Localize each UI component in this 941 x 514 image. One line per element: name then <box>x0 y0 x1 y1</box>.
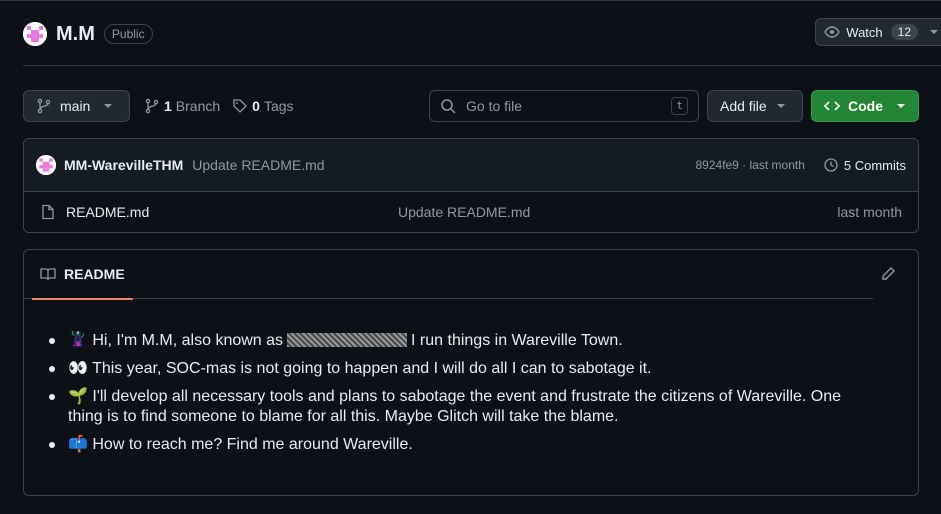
readme-panel: README 🦹 Hi, I'm M.M, also known as I run… <box>23 249 919 496</box>
code-button[interactable]: Code <box>811 90 919 122</box>
file-row[interactable]: README.md Update README.md last month <box>24 192 918 232</box>
code-label: Code <box>848 98 883 114</box>
visibility-badge: Public <box>103 24 153 44</box>
add-file-button[interactable]: Add file <box>707 90 803 122</box>
commits-count: 5 Commits <box>843 157 906 173</box>
tag-count: 0 <box>252 98 260 114</box>
branches-link[interactable]: 1 Branch <box>144 98 220 114</box>
file-name[interactable]: README.md <box>66 204 398 220</box>
top-divider <box>0 0 941 3</box>
readme-content: 🦹 Hi, I'm M.M, also known as I run things… <box>24 299 918 455</box>
eyes-emoji: 👀 <box>68 360 88 377</box>
list-item-text: Hi, I'm M.M, also known as <box>92 332 284 349</box>
commit-author[interactable]: MM-WarevilleTHM <box>64 157 183 173</box>
go-to-file-input[interactable]: Go to file t <box>429 90 699 122</box>
supervillain-emoji: 🦹 <box>68 332 88 349</box>
redacted-text <box>287 333 408 347</box>
branch-name: main <box>60 98 91 114</box>
chevron-down-icon <box>897 104 905 108</box>
readme-list: 🦹 Hi, I'm M.M, also known as I run things… <box>49 331 918 455</box>
search-shortcut-key: t <box>671 97 688 115</box>
search-placeholder: Go to file <box>466 98 523 114</box>
repo-name[interactable]: M.M <box>56 23 95 46</box>
repo-avatar[interactable] <box>23 22 47 46</box>
branch-select-button[interactable]: main <box>23 90 130 122</box>
file-commit-time: last month <box>837 204 902 220</box>
code-icon <box>824 101 840 111</box>
file-icon <box>42 204 54 220</box>
branch-count: 1 <box>164 98 172 114</box>
git-branch-icon <box>37 98 51 114</box>
history-icon <box>824 158 838 172</box>
list-item-text: I run things in Wareville Town. <box>411 332 623 349</box>
latest-commit-row: MM-WarevilleTHM Update README.md 8924fe9… <box>24 139 918 192</box>
tag-icon <box>233 99 248 113</box>
pencil-icon[interactable] <box>880 266 896 282</box>
file-browser: MM-WarevilleTHM Update README.md 8924fe9… <box>23 138 919 233</box>
eye-icon <box>824 26 841 38</box>
chevron-down-icon <box>776 104 785 108</box>
list-item-text: How to reach me? Find me around Warevill… <box>92 436 413 453</box>
mailbox-emoji: 📫 <box>68 436 88 453</box>
add-file-label: Add file <box>720 98 767 114</box>
repo-header: M.M Public Watch 12 <box>23 18 941 50</box>
seedling-emoji: 🌱 <box>68 388 88 405</box>
branch-label: Branch <box>175 98 221 114</box>
tag-label: Tags <box>263 98 294 114</box>
tab-readme[interactable]: README <box>32 250 133 300</box>
chevron-down-icon <box>930 30 938 34</box>
file-commit-message[interactable]: Update README.md <box>398 204 530 220</box>
list-item: 👀 This year, SOC-mas is not going to hap… <box>49 359 858 379</box>
author-avatar[interactable] <box>36 155 56 175</box>
list-item: 🦹 Hi, I'm M.M, also known as I run things… <box>49 331 858 351</box>
list-item: 🌱 I'll develop all necessary tools and p… <box>49 387 858 427</box>
list-item-text: I'll develop all necessary tools and pla… <box>68 388 842 425</box>
book-icon <box>40 268 56 281</box>
list-item-text: This year, SOC-mas is not going to happe… <box>92 360 652 377</box>
git-branch-icon <box>145 98 159 114</box>
repo-meta-links: 1 Branch 0 Tags <box>144 90 294 122</box>
watch-count: 12 <box>890 24 918 40</box>
readme-tabbar: README <box>24 250 873 300</box>
list-item: 📫 How to reach me? Find me around Warevi… <box>49 435 858 455</box>
chevron-down-icon <box>104 104 113 108</box>
tags-link[interactable]: 0 Tags <box>232 98 294 114</box>
readme-tab-label: README <box>64 266 125 282</box>
header-divider <box>23 65 941 66</box>
watch-button[interactable]: Watch 12 <box>815 18 941 46</box>
commit-sha-time[interactable]: 8924fe9 · last month <box>695 158 804 172</box>
watch-label: Watch <box>846 24 883 40</box>
commits-link[interactable]: 5 Commits <box>823 157 906 173</box>
commit-message[interactable]: Update README.md <box>192 157 324 173</box>
search-icon <box>441 99 456 114</box>
